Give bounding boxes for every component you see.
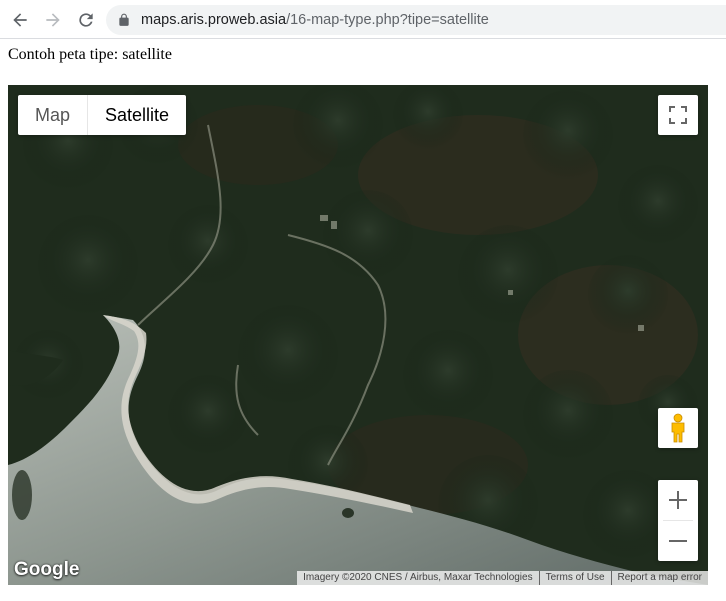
satellite-imagery (8, 85, 708, 585)
back-button[interactable] (8, 8, 32, 32)
back-arrow-icon (13, 13, 27, 27)
map-attribution: Imagery ©2020 CNES / Airbus, Maxar Techn… (297, 571, 708, 585)
fullscreen-button[interactable] (658, 95, 698, 135)
lock-icon (117, 13, 131, 27)
url-host: maps.aris.proweb.asia (141, 12, 287, 28)
zoom-in-button[interactable] (658, 480, 698, 520)
reload-icon (79, 13, 93, 27)
zoom-out-button[interactable] (658, 521, 698, 561)
zoom-out-icon (669, 540, 687, 542)
zoom-in-icon (669, 491, 687, 509)
reload-button[interactable] (74, 8, 98, 32)
url-path: /16-map-type.php?tipe=satellite (286, 12, 489, 28)
google-logo: Google (14, 559, 80, 580)
forward-button[interactable] (41, 8, 65, 32)
pegman-icon (671, 413, 685, 443)
fullscreen-icon (669, 106, 687, 124)
page-heading: Contoh peta tipe: satellite (8, 46, 172, 63)
imagery-credit: Imagery ©2020 CNES / Airbus, Maxar Techn… (297, 571, 539, 585)
report-map-error-link[interactable]: Report a map error (611, 571, 708, 585)
street-view-pegman-button[interactable] (658, 408, 698, 448)
satellite-map[interactable]: Map Satellite Google Imagery ©2020 CNES … (8, 85, 708, 585)
zoom-control (658, 480, 698, 561)
address-bar[interactable]: maps.aris.proweb.asia/16-map-type.php?ti… (106, 5, 726, 35)
browser-toolbar: maps.aris.proweb.asia/16-map-type.php?ti… (0, 0, 726, 39)
map-type-satellite-button[interactable]: Satellite (87, 95, 186, 135)
forward-arrow-icon (46, 13, 60, 27)
map-type-map-button[interactable]: Map (18, 95, 87, 135)
map-type-control: Map Satellite (18, 95, 187, 135)
terms-of-use-link[interactable]: Terms of Use (539, 571, 611, 585)
